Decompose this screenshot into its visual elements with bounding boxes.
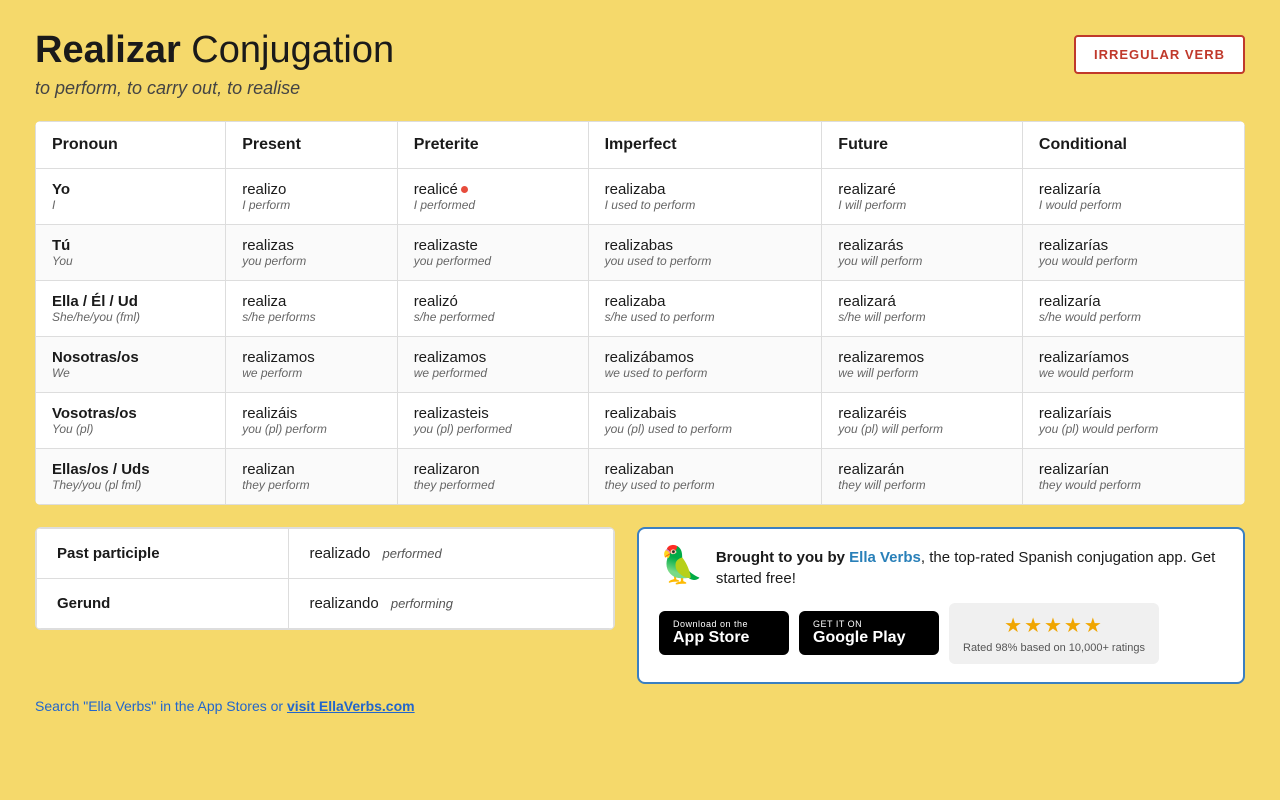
bottom-section: Past participle realizado performed Geru… [35, 527, 1245, 684]
google-play-small: GET IT ON [813, 619, 862, 629]
col-conditional: Conditional [1022, 121, 1244, 168]
table-row: Nosotras/osWerealizamoswe performrealiza… [36, 336, 1245, 392]
table-row: TúYourealizasyou performrealizasteyou pe… [36, 224, 1245, 280]
gerund-value: realizando performing [289, 578, 614, 628]
gerund-row: Gerund realizando performing [37, 578, 614, 628]
promo-icon: 🦜 [659, 547, 704, 583]
table-row: Ella / Él / UdShe/he/you (fml)realizas/h… [36, 280, 1245, 336]
google-play-big: Google Play [813, 629, 905, 647]
page-header: Realizar Conjugation to perform, to carr… [35, 30, 1245, 99]
promo-buttons: Download on the App Store GET IT ON Goog… [659, 603, 1223, 664]
past-participle-row: Past participle realizado performed [37, 528, 614, 578]
table-row: Ellas/os / UdsThey/you (pl fml)realizant… [36, 448, 1245, 504]
promo-top: 🦜 Brought to you by Ella Verbs, the top-… [659, 547, 1223, 589]
irregular-badge: IRREGULAR VERB [1074, 35, 1245, 74]
conjugation-table: Pronoun Present Preterite Imperfect Futu… [35, 121, 1245, 505]
col-pronoun: Pronoun [36, 121, 226, 168]
stars: ★★★★★ [963, 613, 1145, 638]
footer-link[interactable]: visit EllaVerbs.com [287, 698, 415, 714]
gerund-label: Gerund [37, 578, 289, 628]
table-row: YoIrealizoI performrealicéI performedrea… [36, 168, 1245, 224]
promo-box: 🦜 Brought to you by Ella Verbs, the top-… [637, 527, 1245, 684]
participle-table: Past participle realizado performed Geru… [35, 527, 615, 630]
ella-verbs-link[interactable]: Ella Verbs [849, 549, 921, 566]
app-store-button[interactable]: Download on the App Store [659, 611, 789, 655]
promo-text: Brought to you by Ella Verbs, the top-ra… [716, 547, 1223, 589]
app-store-big: App Store [673, 629, 749, 647]
rating-text: Rated 98% based on 10,000+ ratings [963, 642, 1145, 654]
rating-box: ★★★★★ Rated 98% based on 10,000+ ratings [949, 603, 1159, 664]
col-preterite: Preterite [397, 121, 588, 168]
app-store-small: Download on the [673, 619, 748, 629]
table-row: Vosotras/osYou (pl)realizáisyou (pl) per… [36, 392, 1245, 448]
past-participle-label: Past participle [37, 528, 289, 578]
google-play-button[interactable]: GET IT ON Google Play [799, 611, 939, 655]
past-participle-value: realizado performed [289, 528, 614, 578]
footer-search: Search "Ella Verbs" in the App Stores or… [35, 698, 1245, 714]
page-title: Realizar Conjugation [35, 30, 394, 72]
col-imperfect: Imperfect [588, 121, 822, 168]
title-block: Realizar Conjugation to perform, to carr… [35, 30, 394, 99]
subtitle: to perform, to carry out, to realise [35, 78, 394, 99]
col-future: Future [822, 121, 1023, 168]
col-present: Present [226, 121, 397, 168]
